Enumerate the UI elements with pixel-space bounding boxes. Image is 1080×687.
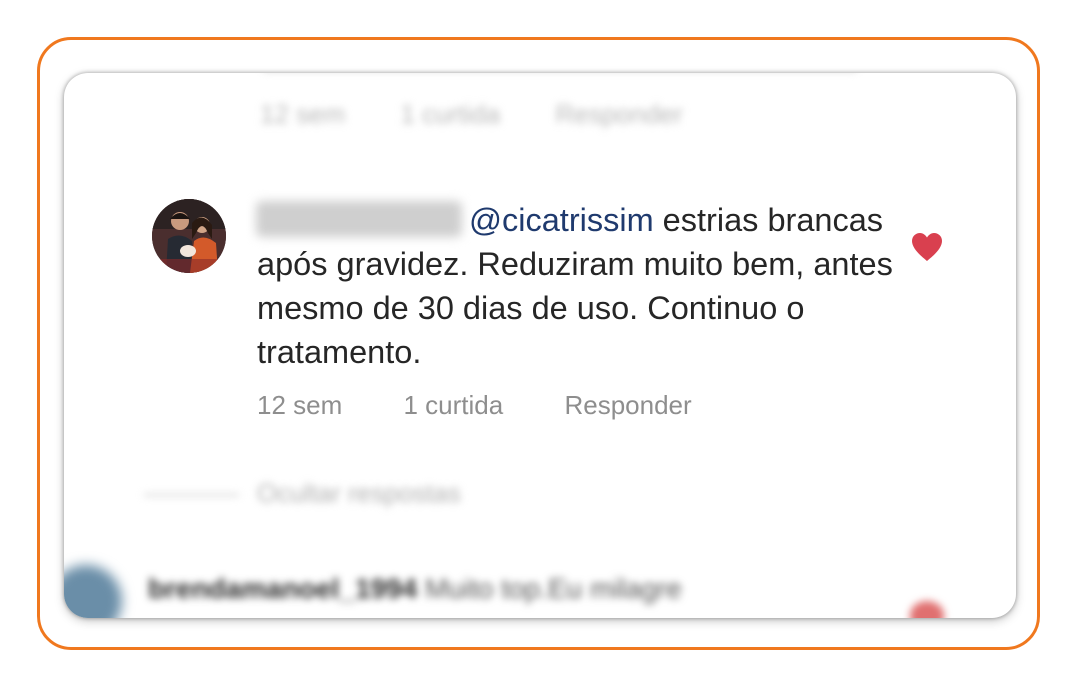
username[interactable]: vs_duarte00 (257, 198, 469, 242)
avatar[interactable] (152, 199, 226, 273)
comment-body: vs_duarte00@cicatrissim estrias brancas … (257, 198, 897, 374)
like-heart-icon[interactable] (910, 231, 944, 263)
next-comment-heart-icon[interactable] (910, 601, 944, 618)
previous-comment-likes[interactable]: 1 curtida (401, 99, 501, 129)
previous-comment-meta: 12 sem 1 curtida Responder (260, 99, 731, 130)
next-comment-username[interactable]: brendamanoel_1994 (148, 573, 417, 604)
next-comment: brendamanoel_1994 Muito top.Eu milagre (148, 573, 682, 605)
comment-meta: 12 sem 1 curtida Responder (257, 390, 692, 421)
hide-replies-link[interactable]: Ocultar respostas (144, 478, 461, 509)
reply-button[interactable]: Responder (564, 390, 691, 421)
previous-comment-reply[interactable]: Responder (555, 99, 682, 129)
previous-comment-time: 12 sem (260, 99, 346, 129)
replies-divider (144, 494, 239, 497)
comment-likes[interactable]: 1 curtida (404, 390, 504, 421)
comment-card: 12 sem 1 curtida Responder vs_duarte00@c… (64, 73, 1016, 618)
hide-replies-label: Ocultar respostas (257, 478, 461, 508)
next-comment-text: Muito top.Eu milagre (425, 573, 682, 604)
mention-link[interactable]: @cicatrissim (469, 202, 654, 238)
next-comment-avatar[interactable] (64, 565, 122, 618)
comment-time: 12 sem (257, 390, 343, 420)
